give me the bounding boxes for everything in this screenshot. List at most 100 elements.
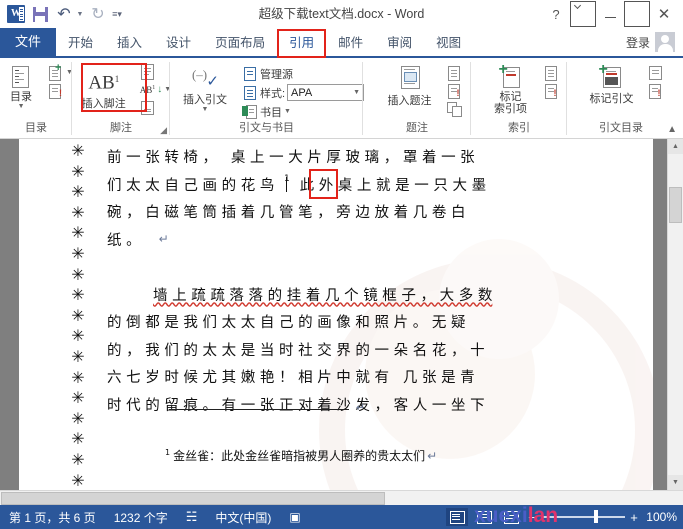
insert-table-of-authorities-button[interactable] — [646, 64, 664, 81]
bibliography-caret-icon[interactable]: ▼ — [284, 108, 291, 115]
table-of-contents-button[interactable]: 目录 ▼ — [0, 63, 44, 112]
citation-style-dropdown[interactable]: APA ▼ — [287, 84, 365, 101]
footnote-text-area[interactable]: 1 金丝雀：此处金丝雀暗指被男人圈养的贵太太们 ↵ — [165, 447, 437, 464]
zoom-in-button[interactable]: + — [629, 510, 639, 525]
ribbon-group-toc-label: 目录 — [25, 122, 47, 134]
insert-caption-button[interactable]: 插入题注 — [378, 63, 442, 109]
page-border-ornaments: ✳ ✳ ✳ ✳ ✳ ✳ ✳ ✳ ✳ ✳ ✳ ✳ ✳ ✳ ✳ ✳ ✳ — [67, 139, 89, 490]
bibliography-icon — [241, 104, 258, 119]
bibliography-button[interactable]: 书目 ▼ — [241, 103, 365, 120]
status-right: − + 100% — [446, 508, 683, 526]
tab-insert[interactable]: 插入 — [105, 30, 154, 56]
collapse-ribbon-icon[interactable]: ▲ — [667, 124, 677, 135]
undo-icon[interactable]: ↶ — [53, 3, 75, 25]
ribbon-display-options-icon[interactable] — [570, 1, 596, 27]
cross-reference-button[interactable] — [445, 100, 463, 117]
word-count[interactable]: 1232 个字 — [105, 509, 177, 526]
insert-table-of-authorities-icon — [647, 65, 663, 81]
tab-design[interactable]: 设计 — [154, 30, 203, 56]
insert-index-button[interactable] — [542, 64, 560, 81]
scroll-up-icon[interactable]: ▲ — [668, 139, 683, 154]
print-layout-icon — [476, 510, 492, 524]
footnotes-dialog-launcher-icon[interactable]: ◢ — [160, 125, 167, 136]
insert-table-of-figures-button[interactable] — [445, 64, 463, 81]
redo-icon[interactable]: ↻ — [87, 3, 109, 25]
view-web-layout-button[interactable] — [500, 508, 522, 526]
mark-citation-icon: + — [598, 62, 626, 89]
insert-footnote-label: 插入脚注 — [81, 98, 126, 111]
insert-citation-caret-icon[interactable]: ▼ — [202, 106, 209, 113]
tab-review[interactable]: 审阅 — [375, 30, 424, 56]
border-ornament-icon: ✳ — [71, 408, 85, 428]
update-toc-icon: ! — [48, 83, 64, 99]
customize-qat-icon[interactable]: ≡▾ — [111, 3, 123, 25]
insert-citation-label: 插入引文 — [182, 94, 227, 106]
citation-style-caret-icon[interactable]: ▼ — [353, 89, 360, 96]
document-text[interactable]: 前 一 张 转 椅 ， 桌 上 一 大 片 厚 玻 璃 ， 罩 着 一 张 们 … — [107, 143, 629, 418]
update-index-button[interactable]: ! — [542, 82, 560, 99]
minimize-icon[interactable] — [597, 2, 623, 26]
view-print-layout-button[interactable] — [473, 508, 495, 526]
tab-references[interactable]: 引用 — [277, 29, 327, 58]
toc-caret-icon[interactable]: ▼ — [18, 103, 25, 110]
footnote-number: 1 — [165, 448, 171, 457]
insert-footnote-button[interactable]: AB1 插入脚注 — [72, 63, 136, 112]
doc-blank-line — [107, 253, 629, 281]
zoom-slider[interactable] — [541, 510, 625, 524]
page-indicator[interactable]: 第 1 页，共 6 页 — [0, 509, 105, 526]
tab-mailings[interactable]: 邮件 — [326, 30, 375, 56]
doc-line-text-after: 此 外 桌 上 就 是 一 只 大 墨 — [294, 177, 487, 194]
insert-footnote-icon: AB1 — [88, 69, 119, 93]
help-icon[interactable]: ? — [543, 2, 569, 26]
signin-area[interactable]: 登录 — [626, 28, 683, 56]
zoom-out-button[interactable]: − — [527, 510, 537, 525]
language-indicator[interactable]: 中文(中国) — [206, 509, 280, 526]
zoom-level[interactable]: 100% — [643, 510, 677, 524]
scrollbar-thumb[interactable] — [669, 187, 682, 223]
doc-line-with-footnote: 们 太 太 自 己 画 的 花 鸟 1 此 外 桌 上 就 是 一 只 大 墨 — [107, 171, 629, 199]
update-authorities-table-button[interactable]: ! — [646, 82, 664, 99]
ribbon: 目录 ▼ + ▼ ! 目录 AB1 插入脚注 AB1 ↓ ▼ 脚注 ◢ (–) … — [0, 58, 683, 139]
view-read-mode-button[interactable] — [446, 508, 468, 526]
ribbon-group-index-label: 索引 — [508, 122, 530, 134]
update-authorities-table-icon: ! — [647, 83, 663, 99]
macro-record-icon[interactable]: ▣ — [280, 510, 309, 524]
ribbon-group-authorities: + 标记引文 ! 引文目录 — [567, 58, 675, 138]
restore-icon[interactable] — [624, 1, 650, 27]
footnote-reference-mark[interactable]: 1 — [279, 174, 295, 192]
border-ornament-icon: ✳ — [71, 388, 85, 408]
horizontal-scrollbar[interactable] — [0, 490, 683, 505]
insert-index-icon — [543, 65, 559, 81]
hscrollbar-thumb[interactable] — [1, 491, 385, 505]
border-ornament-icon: ✳ — [71, 326, 85, 346]
ribbon-group-index: + 标记 索引项 ! 索引 — [471, 58, 567, 138]
save-icon[interactable] — [29, 3, 51, 25]
style-icon — [242, 85, 258, 100]
insert-table-of-figures-icon — [446, 65, 462, 81]
ribbon-group-captions: 插入题注 ! 题注 — [363, 58, 471, 138]
ribbon-group-citations: (–) ✓ 插入引文 ▼ 管理源 样式: APA ▼ 书目 ▼ 引文与书目 — [170, 58, 365, 138]
insert-citation-button[interactable]: (–) ✓ 插入引文 ▼ — [172, 63, 238, 115]
bibliography-label: 书目 — [259, 106, 282, 119]
tab-home[interactable]: 开始 — [56, 30, 105, 56]
insert-footnote-icon-sup: 1 — [114, 74, 120, 84]
tab-file[interactable]: 文件 — [0, 28, 57, 56]
tab-page-layout[interactable]: 页面布局 — [203, 30, 277, 56]
style-label: 样式: — [259, 87, 286, 100]
citation-style-row: 样式: APA ▼ — [241, 84, 365, 101]
tab-view[interactable]: 视图 — [424, 30, 473, 56]
border-ornament-icon: ✳ — [71, 470, 85, 490]
proofing-status-icon[interactable]: ☵ — [177, 509, 207, 525]
scroll-down-icon[interactable]: ▼ — [668, 475, 683, 490]
mark-citation-button[interactable]: + 标记引文 — [581, 62, 643, 107]
mark-entry-button[interactable]: + 标记 索引项 — [483, 62, 539, 117]
next-footnote-icon: AB1 — [139, 84, 156, 95]
close-icon[interactable]: ✕ — [651, 2, 677, 26]
vertical-scrollbar[interactable]: ▲ ▼ — [667, 139, 683, 490]
manage-sources-button[interactable]: 管理源 — [241, 65, 365, 82]
zoom-slider-thumb[interactable] — [594, 510, 598, 524]
update-table-button[interactable]: ! — [445, 82, 463, 99]
document-page[interactable]: ✳ ✳ ✳ ✳ ✳ ✳ ✳ ✳ ✳ ✳ ✳ ✳ ✳ ✳ ✳ ✳ ✳ 前 一 张 … — [19, 139, 653, 490]
undo-dropdown-icon[interactable]: ▼ — [77, 3, 85, 25]
zoom-control[interactable]: − + 100% — [527, 510, 677, 525]
